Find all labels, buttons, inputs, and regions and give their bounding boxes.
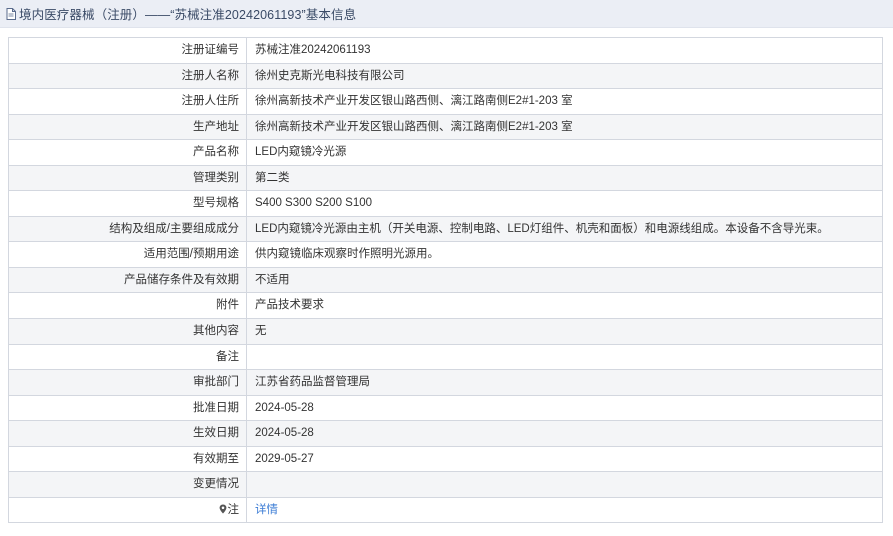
field-label: 批准日期 [9, 395, 247, 421]
table-row: 变更情况 [9, 472, 883, 498]
field-label: 产品储存条件及有效期 [9, 267, 247, 293]
note-label-text: 注 [227, 503, 240, 516]
table-row: 注册人住所 徐州高新技术产业开发区银山路西侧、漓江路南侧E2#1-203 室 [9, 89, 883, 115]
field-value: 2029-05-27 [247, 446, 883, 472]
table-row: 管理类别 第二类 [9, 165, 883, 192]
map-pin-icon [219, 499, 227, 514]
table-row: 注册证编号 苏械注准20242061193 [9, 38, 883, 64]
field-value: 徐州史克斯光电科技有限公司 [247, 63, 883, 89]
table-row: 附件 产品技术要求 [9, 293, 883, 320]
field-label: 管理类别 [9, 165, 247, 191]
note-label: 注 [9, 497, 247, 523]
field-value: LED内窥镜冷光源 [247, 140, 883, 165]
field-value [247, 472, 883, 497]
field-label: 产品名称 [9, 140, 247, 165]
field-label: 附件 [9, 293, 247, 319]
field-label: 型号规格 [9, 191, 247, 216]
info-table: 注册证编号 苏械注准20242061193 注册人名称 徐州史克斯光电科技有限公司 注册… [8, 37, 883, 524]
field-value: 2024-05-28 [247, 395, 883, 421]
field-value: 徐州高新技术产业开发区银山路西侧、漓江路南侧E2#1-203 室 [247, 114, 883, 140]
field-label: 适用范围/预期用途 [9, 242, 247, 267]
field-label: 备注 [9, 344, 247, 370]
table-row: 注册人名称 徐州史克斯光电科技有限公司 [9, 63, 883, 90]
field-label: 生产地址 [9, 114, 247, 140]
table-row: 结构及组成/主要组成成分 LED内窥镜冷光源由主机（开关电源、控制电路、LED灯组… [9, 216, 883, 243]
field-label: 注册人名称 [9, 63, 247, 89]
page-title: 境内医疗器械（注册）——“苏械注准20242061193”基本信息 [19, 8, 357, 22]
field-value: 不适用 [247, 267, 883, 293]
document-icon [6, 7, 16, 20]
field-value: 苏械注准20242061193 [247, 38, 883, 63]
table-row: 产品储存条件及有效期 不适用 [9, 267, 883, 294]
field-label: 有效期至 [9, 446, 247, 472]
field-value: LED内窥镜冷光源由主机（开关电源、控制电路、LED灯组件、机壳和面板）和电源线… [247, 216, 883, 242]
field-value: S400 S300 S200 S100 [247, 191, 883, 216]
field-value: 无 [247, 319, 883, 344]
details-link[interactable]: 详情 [255, 504, 278, 516]
table-row: 型号规格 S400 S300 S200 S100 [9, 191, 883, 217]
field-value: 供内窥镜临床观察时作照明光源用。 [247, 242, 883, 267]
table-row: 备注 [9, 344, 883, 371]
table-row: 适用范围/预期用途 供内窥镜临床观察时作照明光源用。 [9, 242, 883, 268]
table-row: 产品名称 LED内窥镜冷光源 [9, 140, 883, 166]
table-row: 批准日期 2024-05-28 [9, 395, 883, 422]
field-value: 2024-05-28 [247, 421, 883, 446]
note-value: 详情 [247, 497, 883, 523]
table-row-note: 注 详情 [9, 497, 883, 524]
field-value [247, 344, 883, 370]
page-header: 境内医疗器械（注册）——“苏械注准20242061193”基本信息 [0, 0, 893, 28]
table-row: 生产地址 徐州高新技术产业开发区银山路西侧、漓江路南侧E2#1-203 室 [9, 114, 883, 141]
table-row: 生效日期 2024-05-28 [9, 421, 883, 447]
table-row: 审批部门 江苏省药品监督管理局 [9, 370, 883, 396]
field-label: 结构及组成/主要组成成分 [9, 216, 247, 242]
field-label: 审批部门 [9, 370, 247, 395]
field-value: 第二类 [247, 165, 883, 191]
field-label: 注册人住所 [9, 89, 247, 114]
field-label: 其他内容 [9, 319, 247, 344]
field-label: 生效日期 [9, 421, 247, 446]
table-row: 其他内容无 [9, 319, 883, 345]
field-label: 注册证编号 [9, 38, 247, 63]
field-value: 产品技术要求 [247, 293, 883, 319]
field-value: 徐州高新技术产业开发区银山路西侧、漓江路南侧E2#1-203 室 [247, 89, 883, 114]
field-value: 江苏省药品监督管理局 [247, 370, 883, 395]
table-row: 有效期至 2029-05-27 [9, 446, 883, 473]
field-label: 变更情况 [9, 472, 247, 497]
